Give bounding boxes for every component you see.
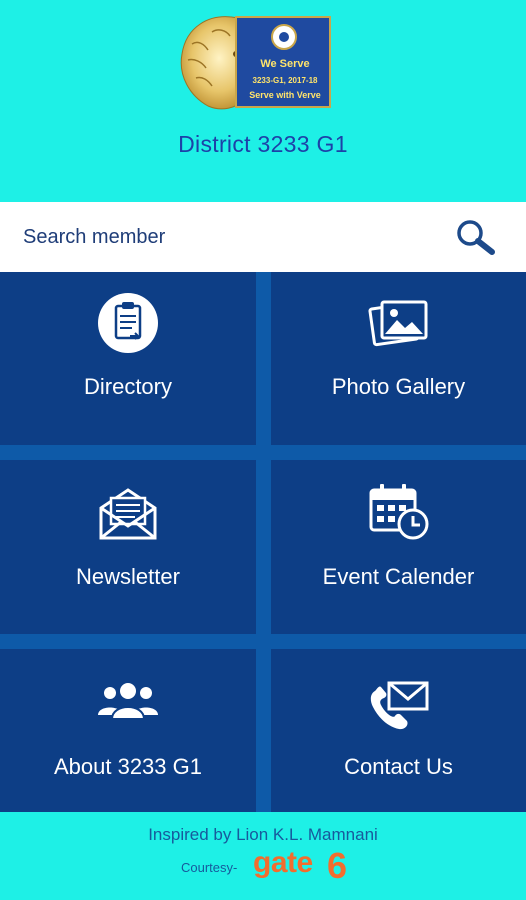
clipboard-icon — [98, 293, 158, 353]
menu-label-contact-us: Contact Us — [344, 754, 453, 779]
gate6-logo-number: 6 — [327, 845, 348, 886]
logo-tagline: Serve with Verve — [249, 90, 321, 100]
gate6-logo[interactable]: gate — [253, 846, 313, 880]
lions-emblem-icon — [271, 24, 297, 50]
menu-tile-about[interactable]: About 3233 G1 — [0, 649, 256, 812]
lions-logo: We Serve 3233-G1, 2017-18 Serve with Ver… — [178, 14, 333, 111]
menu-label-event-calender: Event Calender — [322, 564, 475, 589]
footer: Inspired by Lion K.L. Mamnani Courtesy- … — [0, 812, 526, 900]
page-title: District 3233 G1 — [178, 131, 348, 157]
menu-tile-directory[interactable]: Directory — [0, 272, 256, 445]
photos-icon — [367, 300, 427, 347]
header: We Serve 3233-G1, 2017-18 Serve with Ver… — [0, 0, 526, 202]
menu-label-newsletter: Newsletter — [76, 564, 180, 589]
logo-district-year: 3233-G1, 2017-18 — [252, 76, 318, 85]
inspired-credit: Inspired by Lion K.L. Mamnani — [148, 825, 378, 844]
logo-badge: We Serve 3233-G1, 2017-18 Serve with Ver… — [235, 16, 331, 108]
menu-tile-newsletter[interactable]: Newsletter — [0, 460, 256, 634]
menu-label-about: About 3233 G1 — [53, 754, 202, 779]
search-icon — [457, 220, 495, 255]
menu-grid: Directory Photo Gallery Newsletter Event… — [0, 272, 526, 812]
search-button[interactable] — [452, 216, 500, 258]
phone-mail-icon — [370, 681, 428, 730]
menu-tile-event-calender[interactable]: Event Calender — [271, 460, 526, 634]
search-input[interactable] — [23, 221, 423, 253]
menu-tile-contact-us[interactable]: Contact Us — [271, 649, 526, 812]
search-bar — [0, 202, 526, 272]
courtesy-label: Courtesy- — [181, 860, 238, 875]
logo-motto: We Serve — [260, 58, 310, 70]
group-icon — [98, 683, 158, 720]
menu-label-photo-gallery: Photo Gallery — [331, 374, 466, 399]
calendar-clock-icon — [369, 484, 428, 540]
menu-label-directory: Directory — [83, 374, 172, 399]
menu-tile-photo-gallery[interactable]: Photo Gallery — [271, 272, 526, 445]
envelope-letter-icon — [99, 488, 157, 540]
